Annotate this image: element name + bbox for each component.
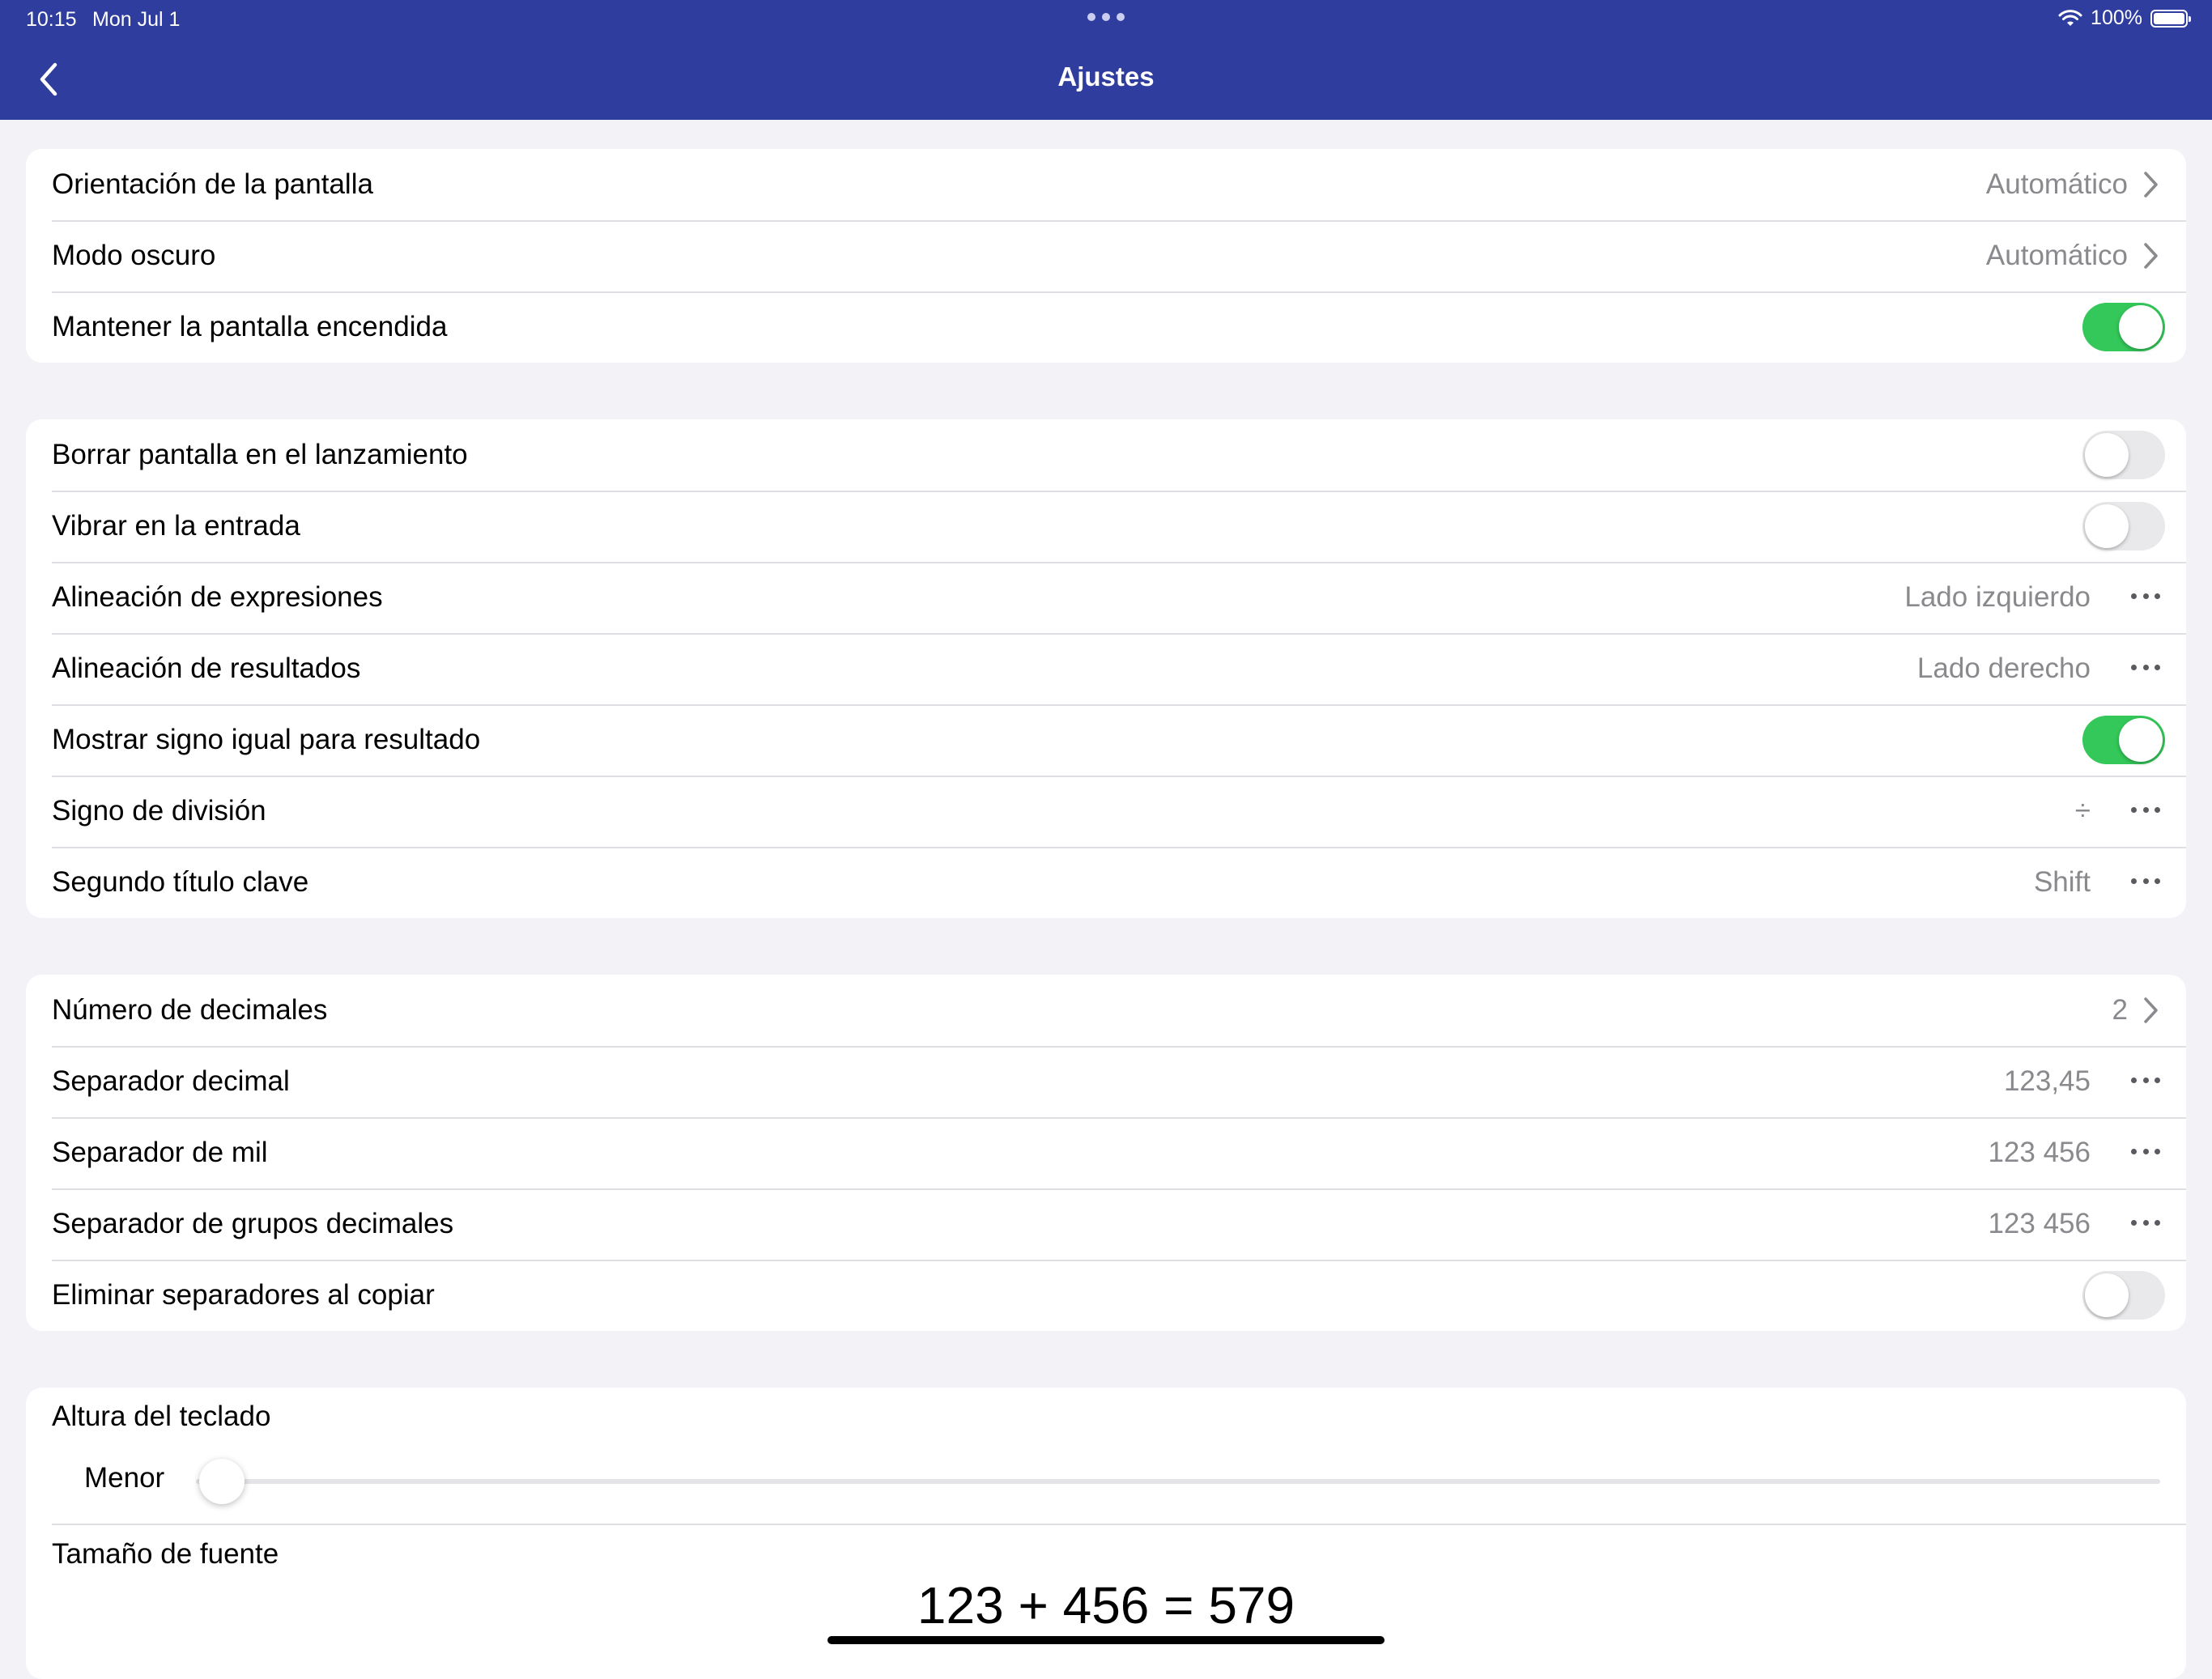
row-value: 123,45 xyxy=(2003,1065,2091,1097)
more-icon[interactable] xyxy=(2131,1077,2160,1085)
row-label: Signo de división xyxy=(52,795,266,827)
row-remove-separators-on-copy: Eliminar separadores al copiar xyxy=(26,1260,2186,1331)
row-decimal-separator[interactable]: Separador decimal 123,45 xyxy=(26,1046,2186,1117)
multitasking-dots-icon[interactable] xyxy=(1087,13,1125,21)
chevron-right-icon xyxy=(2144,172,2158,198)
vibrate-toggle[interactable] xyxy=(2082,502,2165,550)
battery-percent: 100% xyxy=(2091,6,2142,29)
row-label: Eliminar separadores al copiar xyxy=(52,1279,435,1311)
row-value: Automático xyxy=(1985,168,2128,200)
row-value: ÷ xyxy=(2074,795,2091,827)
battery-icon xyxy=(2150,9,2191,28)
font-size-label: Tamaño de fuente xyxy=(52,1538,279,1570)
more-icon[interactable] xyxy=(2131,806,2160,814)
settings-group-display: Orientación de la pantalla Automático Mo… xyxy=(26,149,2186,363)
row-label: Borrar pantalla en el lanzamiento xyxy=(52,439,468,470)
row-expression-alignment[interactable]: Alineación de expresiones Lado izquierdo xyxy=(26,562,2186,633)
row-label: Mantener la pantalla encendida xyxy=(52,311,448,342)
row-thousands-separator[interactable]: Separador de mil 123 456 xyxy=(26,1117,2186,1188)
row-division-sign[interactable]: Signo de división ÷ xyxy=(26,776,2186,847)
row-label: Número de decimales xyxy=(52,994,328,1026)
settings-group-number-format: Número de decimales 2 Separador decimal … xyxy=(26,975,2186,1331)
row-result-alignment[interactable]: Alineación de resultados Lado derecho xyxy=(26,633,2186,704)
row-value: Lado izquierdo xyxy=(1904,581,2091,613)
chevron-right-icon xyxy=(2144,997,2158,1023)
page-title: Ajustes xyxy=(1057,62,1155,91)
row-label: Separador de grupos decimales xyxy=(52,1208,454,1239)
row-keep-screen-on: Mantener la pantalla encendida xyxy=(26,291,2186,363)
row-value: Automático xyxy=(1985,240,2128,271)
row-screen-orientation[interactable]: Orientación de la pantalla Automático xyxy=(26,149,2186,220)
chevron-right-icon xyxy=(2144,243,2158,269)
row-label: Vibrar en la entrada xyxy=(52,510,300,542)
slider-min-label: Menor xyxy=(84,1462,165,1494)
keyboard-height-slider-track[interactable] xyxy=(196,1479,2160,1484)
row-dark-mode[interactable]: Modo oscuro Automático xyxy=(26,220,2186,291)
settings-group-keyboard: Altura del teclado Menor Tamaño de fuent… xyxy=(26,1388,2186,1679)
wifi-icon xyxy=(2058,9,2082,26)
clear-on-launch-toggle[interactable] xyxy=(2082,431,2165,479)
row-value: 123 456 xyxy=(1988,1137,2091,1168)
row-show-equals-sign: Mostrar signo igual para resultado xyxy=(26,704,2186,776)
navigation-bar: 10:15 Mon Jul 1 100% Ajustes xyxy=(0,0,2212,120)
more-icon[interactable] xyxy=(2131,1219,2160,1227)
row-label: Mostrar signo igual para resultado xyxy=(52,724,481,755)
more-icon[interactable] xyxy=(2131,878,2160,886)
row-label: Orientación de la pantalla xyxy=(52,168,373,200)
row-decimal-places[interactable]: Número de decimales 2 xyxy=(26,975,2186,1046)
row-label: Modo oscuro xyxy=(52,240,216,271)
settings-group-behavior: Borrar pantalla en el lanzamiento Vibrar… xyxy=(26,419,2186,918)
show-equals-toggle[interactable] xyxy=(2082,716,2165,764)
row-clear-on-launch: Borrar pantalla en el lanzamiento xyxy=(26,419,2186,491)
row-label: Separador de mil xyxy=(52,1137,268,1168)
keep-screen-on-toggle[interactable] xyxy=(2082,303,2165,351)
row-decimal-group-separator[interactable]: Separador de grupos decimales 123 456 xyxy=(26,1188,2186,1260)
status-right: 100% xyxy=(2058,6,2191,30)
keyboard-height-label: Altura del teclado xyxy=(52,1401,271,1432)
more-icon[interactable] xyxy=(2131,593,2160,601)
font-preview: 123 + 456 = 579 xyxy=(917,1576,1295,1634)
row-vibrate-on-input: Vibrar en la entrada xyxy=(26,491,2186,562)
keyboard-height-slider-thumb[interactable] xyxy=(199,1459,245,1504)
row-value: Shift xyxy=(2033,866,2091,898)
row-label: Segundo título clave xyxy=(52,866,309,898)
row-value: 123 456 xyxy=(1988,1208,2091,1239)
status-date: Mon Jul 1 xyxy=(92,8,181,31)
row-second-key-title[interactable]: Segundo título clave Shift xyxy=(26,847,2186,918)
remove-separators-toggle[interactable] xyxy=(2082,1271,2165,1320)
row-label: Alineación de expresiones xyxy=(52,581,383,613)
more-icon[interactable] xyxy=(2131,664,2160,672)
more-icon[interactable] xyxy=(2131,1148,2160,1156)
home-indicator[interactable] xyxy=(827,1636,1385,1644)
row-value: Lado derecho xyxy=(1916,652,2091,684)
row-label: Alineación de resultados xyxy=(52,652,361,684)
row-value: 2 xyxy=(2112,994,2128,1026)
row-label: Separador decimal xyxy=(52,1065,290,1097)
status-time: 10:15 xyxy=(26,8,77,31)
divider xyxy=(52,1524,2186,1525)
